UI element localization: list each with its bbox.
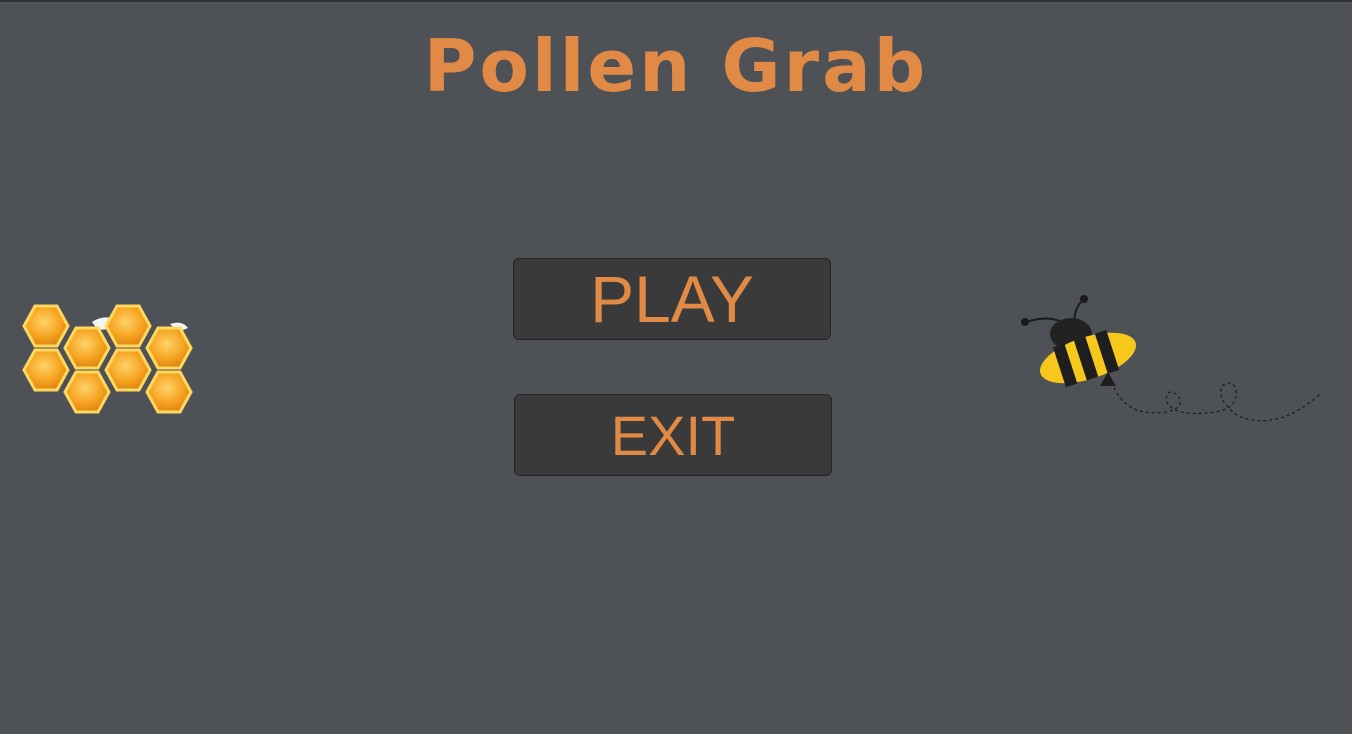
window-top-border xyxy=(0,0,1352,2)
exit-button[interactable]: EXIT xyxy=(514,394,832,476)
exit-button-label: EXIT xyxy=(610,403,736,467)
play-button[interactable]: PLAY xyxy=(513,258,831,340)
honeycomb-icon xyxy=(22,304,193,414)
bee-icon xyxy=(1021,295,1321,422)
play-button-label: PLAY xyxy=(590,262,754,336)
game-title: Pollen Grab xyxy=(423,24,929,108)
